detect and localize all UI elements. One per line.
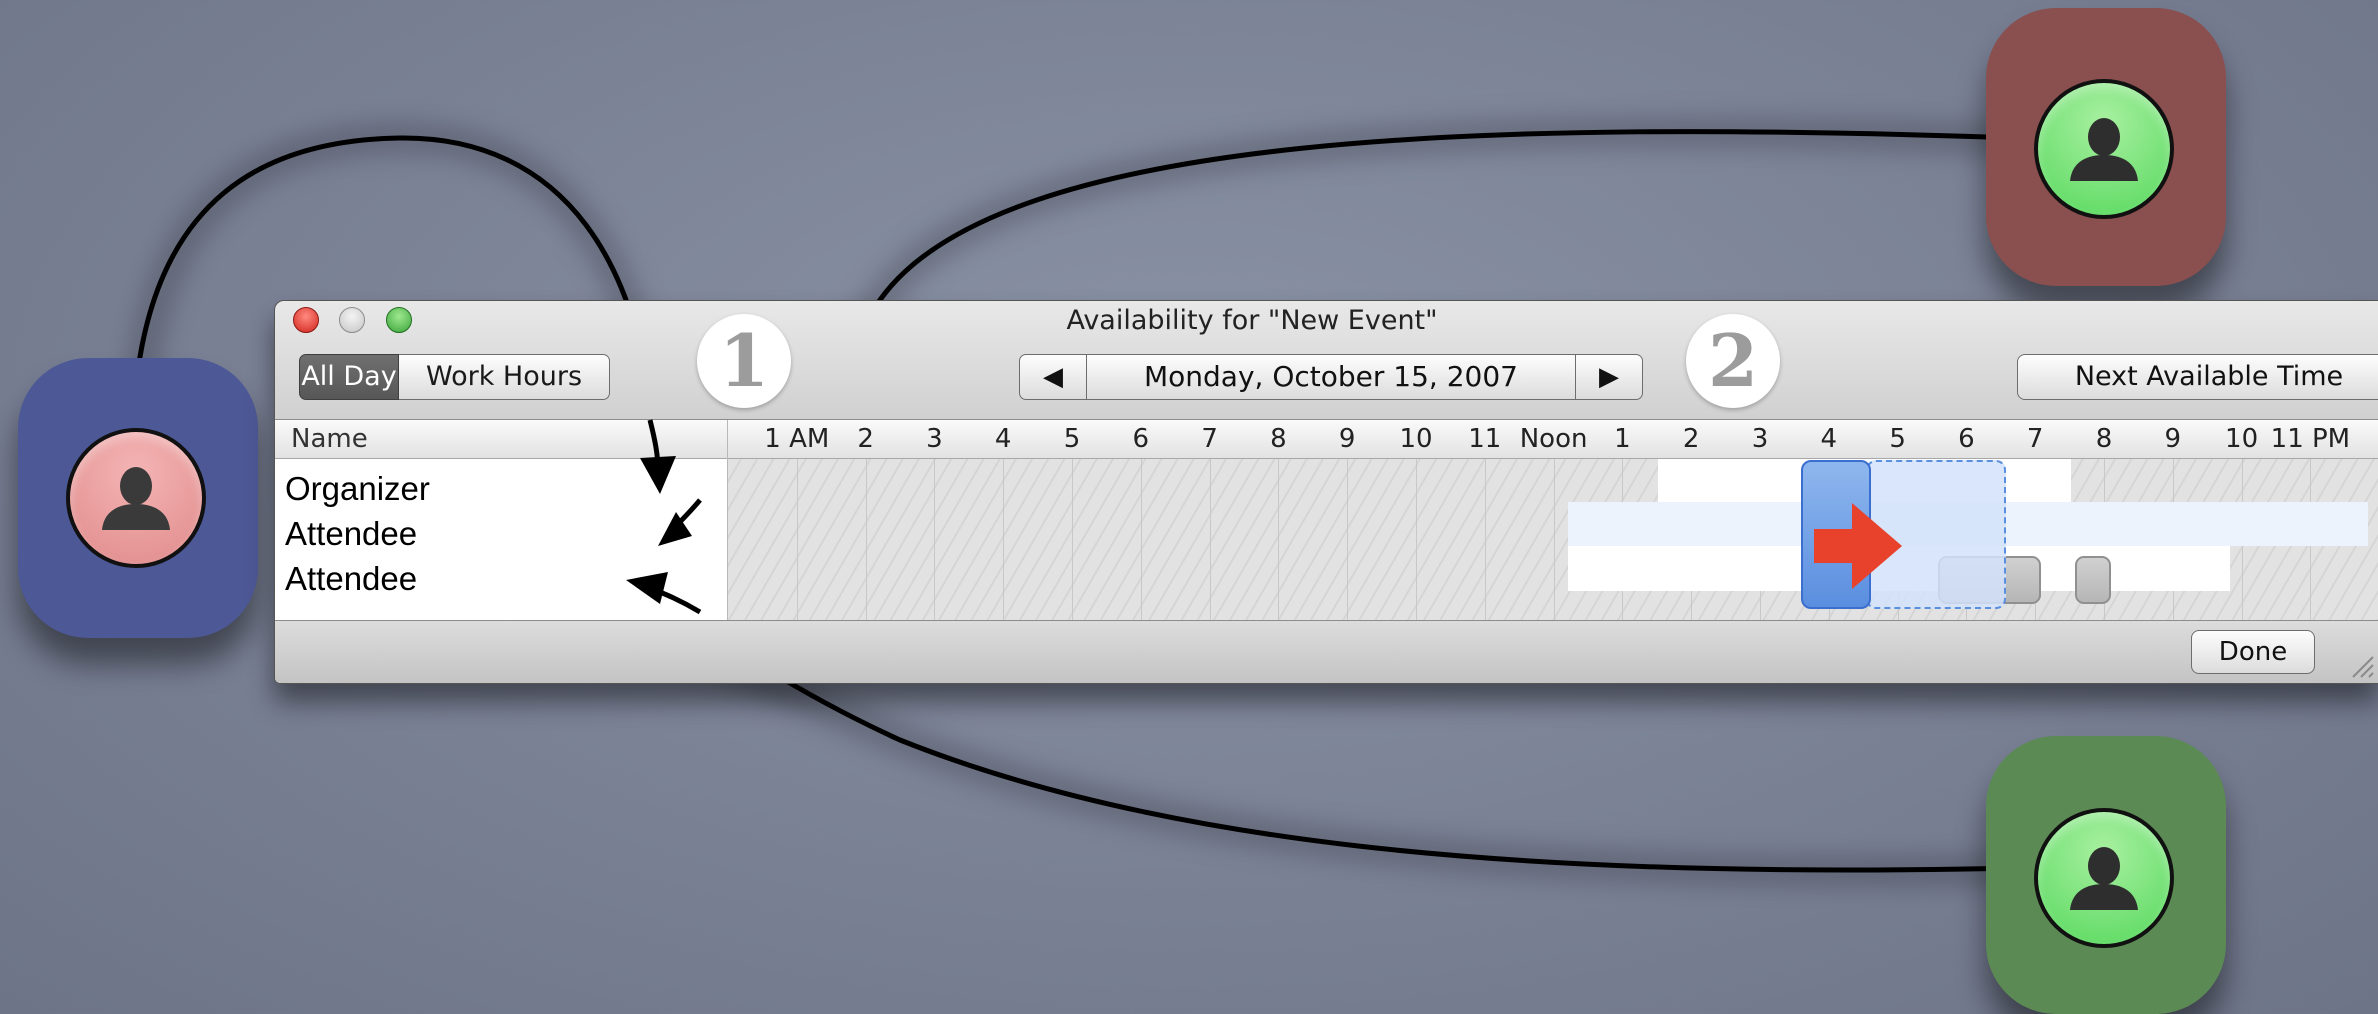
organizer-avatar bbox=[66, 428, 206, 568]
hour-label: 1 bbox=[1614, 424, 1631, 454]
hour-label: 5 bbox=[1889, 424, 1906, 454]
hour-gridline bbox=[1484, 459, 1486, 620]
hour-label: 1 AM bbox=[764, 424, 830, 454]
date-navigator: ◀ Monday, October 15, 2007 ▶ bbox=[1019, 354, 1643, 400]
hour-label: 5 bbox=[1063, 424, 1081, 454]
hour-label: 6 bbox=[1958, 424, 1975, 454]
attendee-name-organizer: Organizer bbox=[285, 470, 430, 507]
hour-gridline bbox=[1416, 459, 1417, 620]
hour-gridline bbox=[865, 459, 867, 620]
hour-label: 8 bbox=[2095, 424, 2113, 454]
attendee-name: Attendee bbox=[285, 515, 418, 552]
hour-label: 11 PM bbox=[2270, 424, 2351, 454]
hour-gridline bbox=[934, 459, 936, 620]
hour-label: 2 bbox=[857, 424, 874, 454]
hour-label: 4 bbox=[1820, 424, 1838, 454]
hour-gridline bbox=[1003, 459, 1005, 620]
availability-window: Availability for "New Event" All Day Wor… bbox=[274, 300, 2378, 684]
hour-label: 10 bbox=[2225, 424, 2259, 454]
organizer-avatar-tile bbox=[18, 358, 258, 638]
attendee-avatar bbox=[2034, 808, 2174, 948]
hour-gridline bbox=[1209, 459, 1211, 620]
hour-label: 7 bbox=[1201, 424, 1218, 454]
grid-header: Name 1 AM 2 3 4 5 6 7 8 9 10 11 Noon 1 2 3 4 5 6 7 8 9 10 11 P… bbox=[275, 420, 2378, 459]
attendee-avatar bbox=[2034, 79, 2174, 219]
hour-label: 7 bbox=[2026, 424, 2044, 454]
hour-label: 11 bbox=[1468, 424, 1502, 454]
window-footer: Done bbox=[275, 621, 2378, 683]
hour-gridline bbox=[1347, 459, 1349, 620]
range-segmented-control: All Day Work Hours bbox=[299, 354, 610, 400]
attendee-avatar-tile-top bbox=[1986, 8, 2226, 286]
hour-label: 10 bbox=[1399, 424, 1433, 454]
person-icon bbox=[2070, 118, 2138, 181]
hour-label: Noon bbox=[1519, 424, 1588, 454]
hour-gridline bbox=[1072, 459, 1073, 620]
step-badge-2: 2 bbox=[1686, 314, 1780, 408]
hour-gridline bbox=[1553, 459, 1555, 620]
attendee-list: Organizer Attendee Attendee bbox=[285, 466, 430, 601]
move-arrow-icon bbox=[1814, 503, 1902, 589]
hour-label: 3 bbox=[1751, 424, 1769, 454]
hour-label: 2 bbox=[1682, 424, 1700, 454]
busy-block[interactable] bbox=[2075, 556, 2111, 604]
step-badge-1: 1 bbox=[697, 314, 791, 408]
person-icon bbox=[2070, 847, 2138, 910]
next-day-button[interactable]: ▶ bbox=[1575, 354, 1643, 400]
hour-label: 8 bbox=[1270, 424, 1287, 454]
work-hours-button[interactable]: Work Hours bbox=[399, 354, 610, 400]
name-column-header: Name bbox=[291, 424, 368, 454]
hour-gridline bbox=[796, 459, 798, 620]
hour-label: 9 bbox=[2164, 424, 2182, 454]
hour-label: 9 bbox=[1338, 424, 1356, 454]
timeline[interactable] bbox=[728, 459, 2378, 620]
attendee-avatar-tile-bottom bbox=[1986, 736, 2226, 1014]
date-label: Monday, October 15, 2007 bbox=[1087, 354, 1575, 400]
hour-label: 6 bbox=[1132, 424, 1150, 454]
window-title: Availability for "New Event" bbox=[1066, 305, 1438, 336]
hour-label: 4 bbox=[994, 424, 1012, 454]
person-icon bbox=[102, 467, 170, 530]
availability-grid: Name 1 AM 2 3 4 5 6 7 8 9 10 11 Noon 1 2 3 4 5 6 7 8 9 10 11 P… bbox=[275, 419, 2378, 621]
all-day-button[interactable]: All Day bbox=[299, 354, 399, 400]
done-button[interactable]: Done bbox=[2191, 630, 2315, 674]
hour-label: 3 bbox=[926, 424, 943, 454]
resize-grip-icon[interactable] bbox=[2345, 649, 2375, 679]
hour-gridline bbox=[1278, 459, 1280, 620]
previous-day-button[interactable]: ◀ bbox=[1019, 354, 1087, 400]
attendee-name: Attendee bbox=[285, 560, 418, 597]
next-available-time-button[interactable]: Next Available Time bbox=[2017, 354, 2378, 400]
hour-gridline bbox=[1140, 459, 1142, 620]
